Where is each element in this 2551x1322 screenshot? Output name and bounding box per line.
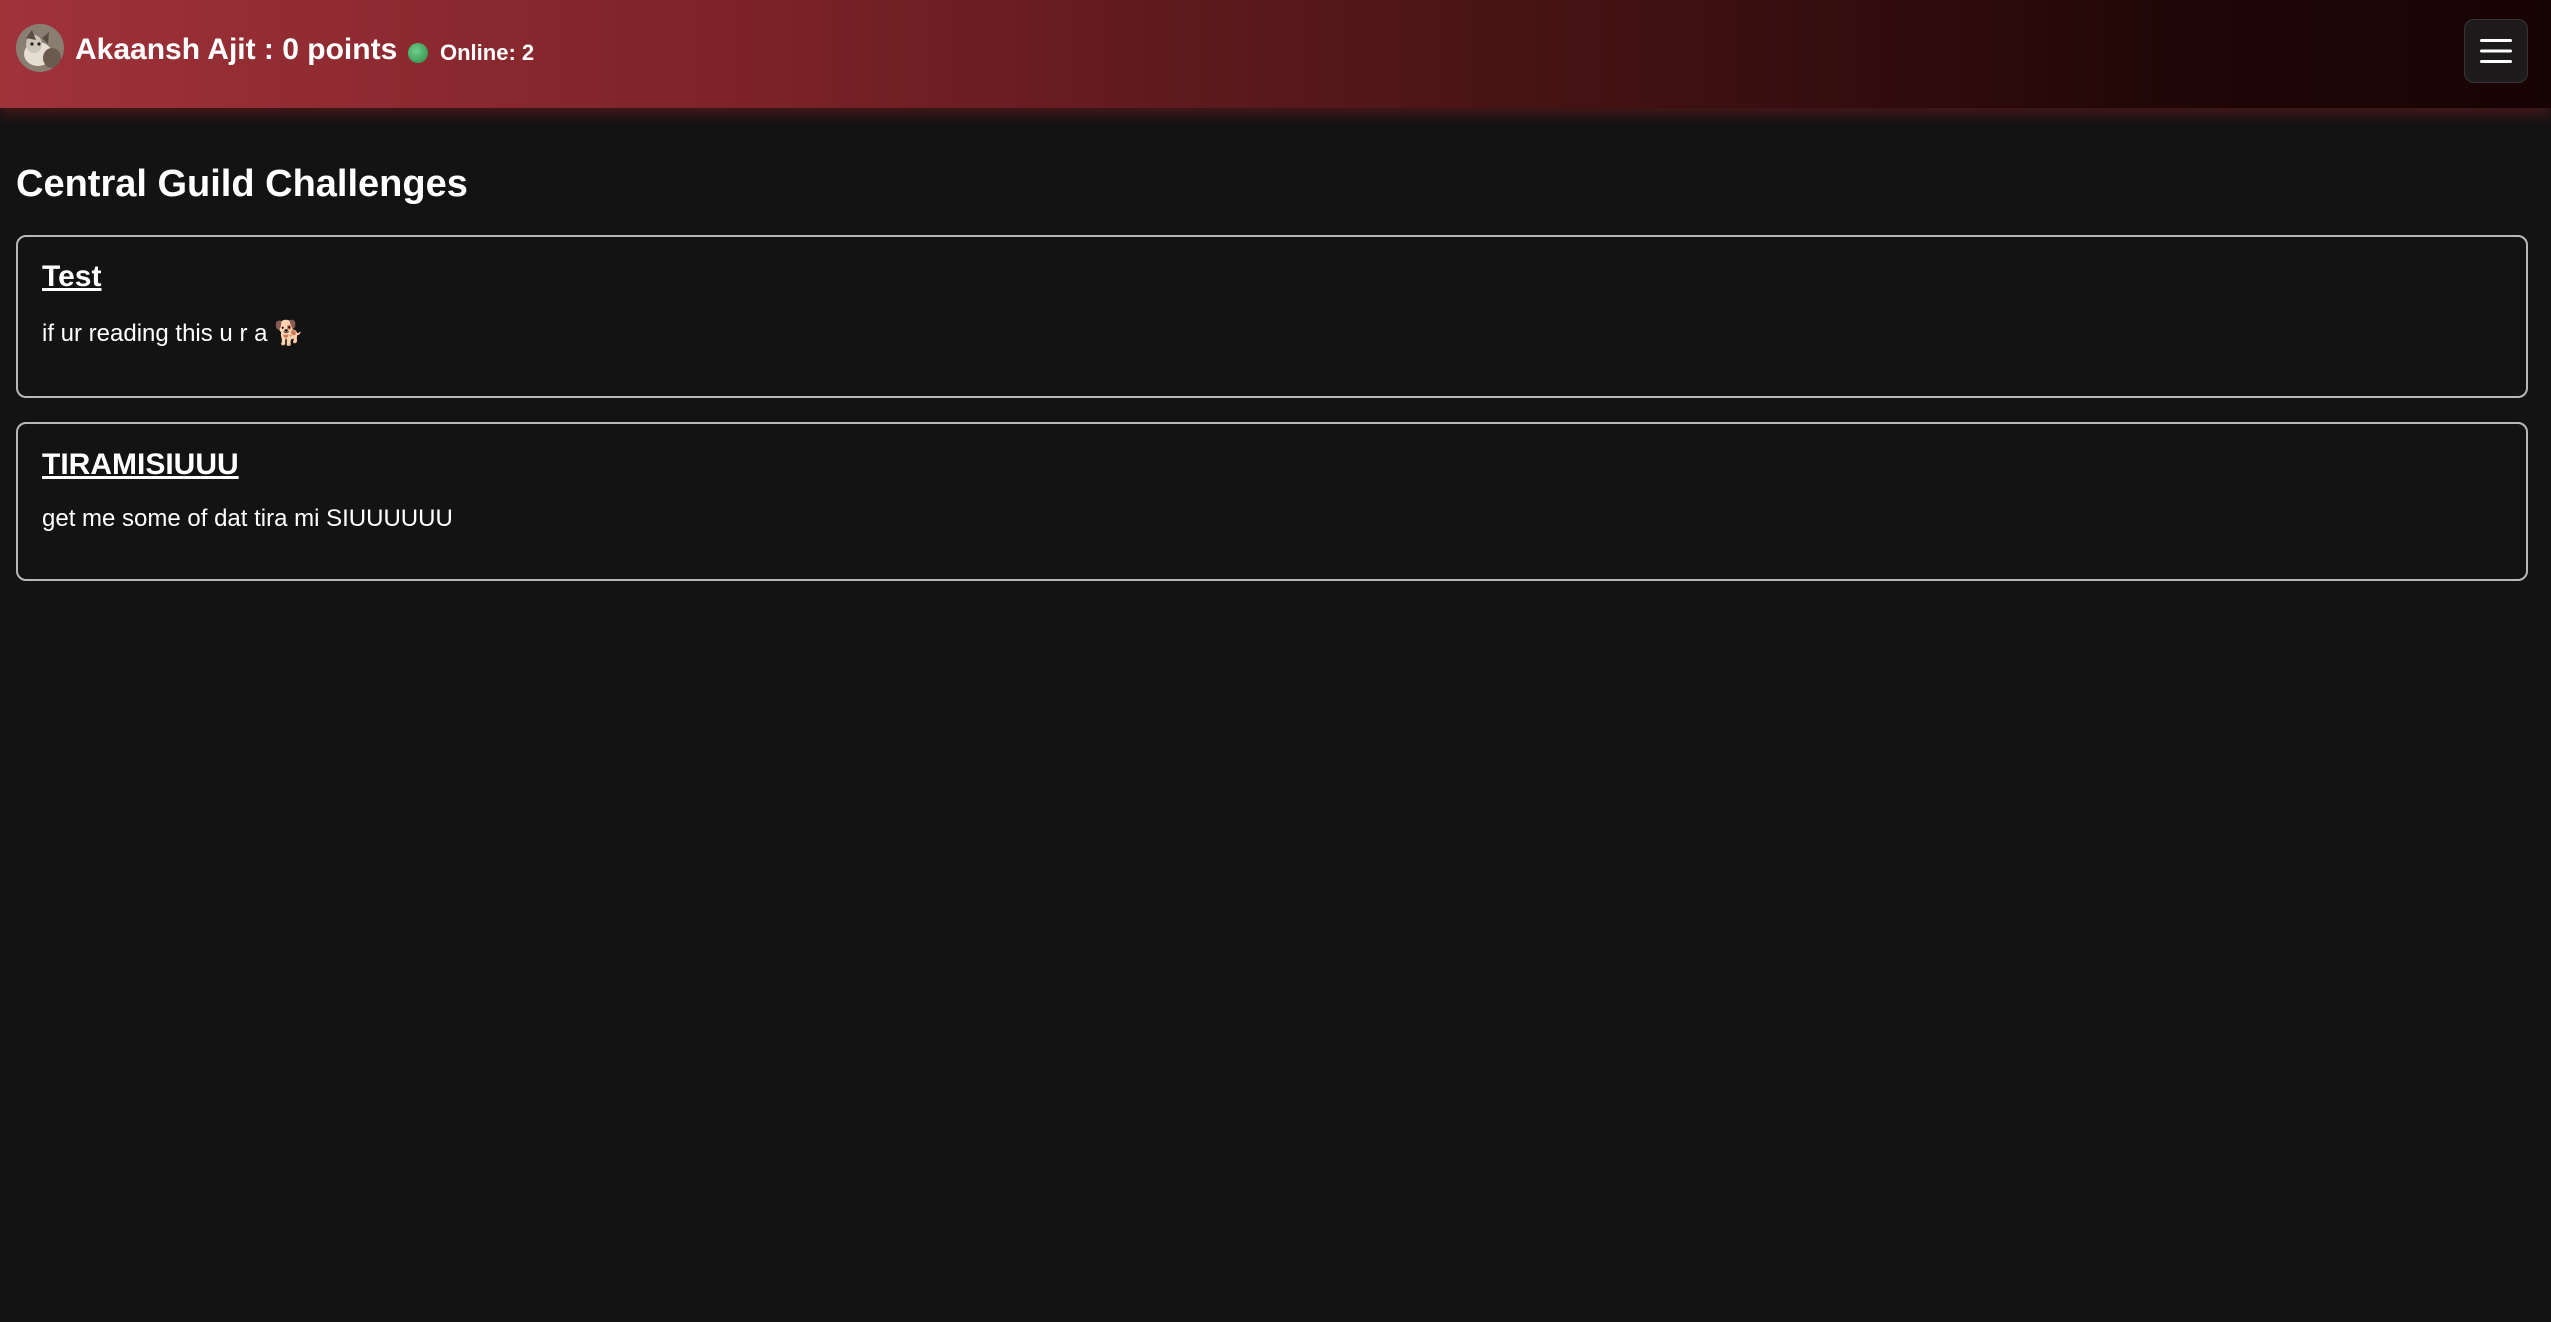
online-indicator-icon [408,43,428,63]
online-count-label: Online: 2 [440,40,535,65]
challenge-description: if ur reading this u r a 🐕 [42,320,304,347]
user-points-label: Akaansh Ajit : 0 points [75,33,398,66]
challenge-title-link[interactable]: TIRAMISIUUU [42,447,239,483]
challenge-card: TIRAMISIUUU get me some of dat tira mi S… [16,422,2528,581]
online-status: Online: 2 [408,40,534,66]
menu-button[interactable] [2464,19,2528,83]
avatar-photo-icon [16,24,64,72]
challenge-title-link[interactable]: Test [42,259,101,295]
page-title: Central Guild Challenges [16,163,468,205]
hamburger-menu-icon [2480,39,2512,63]
avatar[interactable] [16,24,64,72]
top-bar: Akaansh Ajit : 0 points Online: 2 [0,0,2551,108]
challenge-description: get me some of dat tira mi SIUUUUUU [42,505,453,532]
challenge-card: Test if ur reading this u r a 🐕 [16,235,2528,398]
